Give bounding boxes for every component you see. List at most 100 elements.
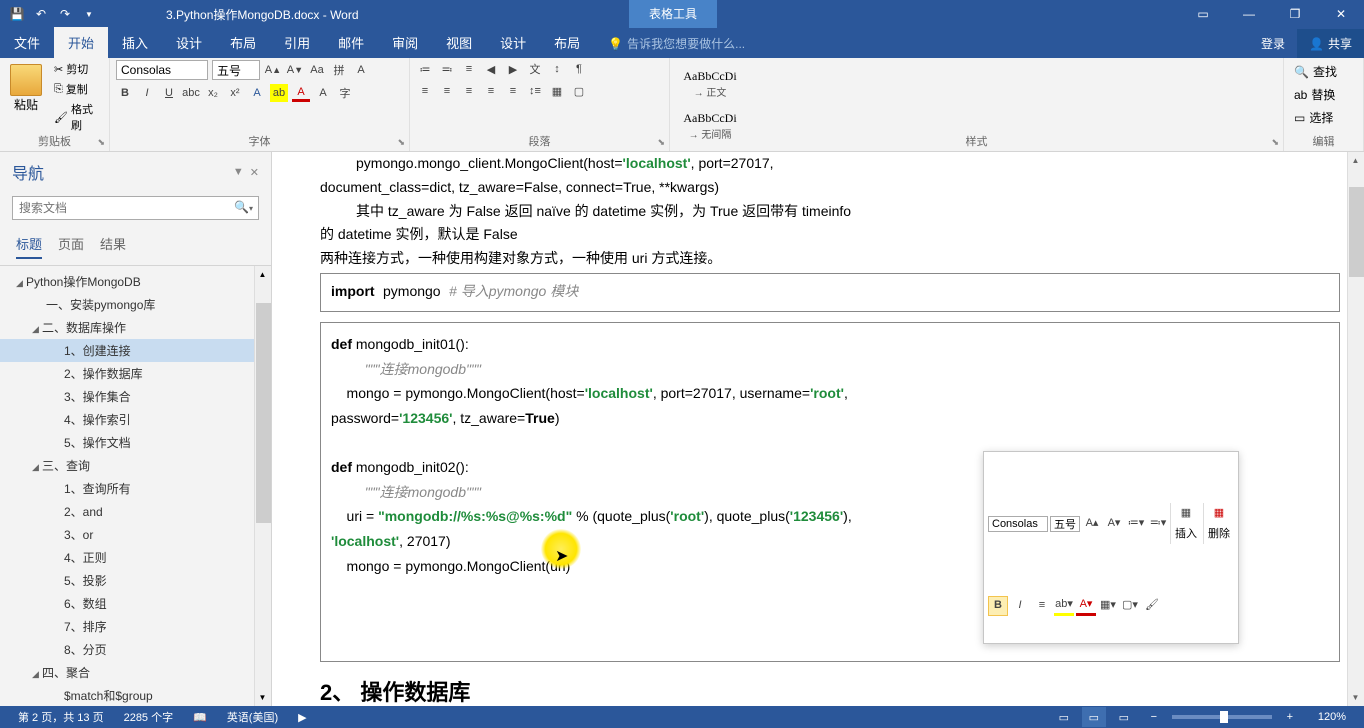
tab-review[interactable]: 审阅 [378, 27, 432, 58]
nav-item[interactable]: 5、投影 [0, 569, 271, 592]
italic-button[interactable]: I [138, 84, 156, 102]
font-color-button[interactable]: A [292, 84, 310, 102]
paste-button[interactable]: 粘贴 [6, 60, 46, 134]
nav-item[interactable]: 3、or [0, 523, 271, 546]
print-layout-icon[interactable]: ▭ [1082, 707, 1106, 727]
change-case-button[interactable]: Aa [308, 61, 326, 79]
zoom-slider[interactable] [1172, 715, 1272, 719]
nav-item[interactable]: $match和$group [0, 684, 271, 706]
clipboard-launcher[interactable]: ⬊ [97, 137, 105, 148]
borders-button[interactable]: ▢ [570, 82, 588, 100]
cut-button[interactable]: ✂剪切 [52, 60, 103, 78]
mt-size-input[interactable] [1050, 516, 1080, 532]
char-border-button[interactable]: A [352, 61, 370, 79]
zoom-in-button[interactable]: + [1278, 707, 1302, 727]
tab-home[interactable]: 开始 [54, 27, 108, 58]
font-name-input[interactable] [116, 60, 208, 80]
mt-highlight[interactable]: ab▾ [1054, 596, 1074, 616]
spellcheck-icon[interactable]: 📖 [183, 711, 217, 724]
subscript-button[interactable]: x₂ [204, 84, 222, 102]
nav-search-input[interactable] [12, 196, 259, 220]
tab-insert[interactable]: 插入 [108, 27, 162, 58]
font-launcher[interactable]: ⬊ [397, 137, 405, 148]
sort-button[interactable]: ↕ [548, 60, 566, 78]
nav-item[interactable]: ◢三、查询 [0, 454, 271, 477]
close-button[interactable]: ✕ [1318, 0, 1364, 28]
tab-view[interactable]: 视图 [432, 27, 486, 58]
tab-layout[interactable]: 布局 [216, 27, 270, 58]
doc-scroll-up[interactable]: ▲ [1348, 152, 1363, 169]
replace-button[interactable]: ab替换 [1290, 83, 1357, 106]
nav-item[interactable]: 1、查询所有 [0, 477, 271, 500]
navpane-close-icon[interactable]: ✕ [250, 166, 259, 179]
mt-insert-label[interactable]: 插入 [1175, 525, 1197, 544]
mt-italic[interactable]: I [1010, 596, 1030, 616]
restore-button[interactable]: ❐ [1272, 0, 1318, 28]
nav-item[interactable]: 6、数组 [0, 592, 271, 615]
nav-item[interactable]: 一、安装pymongo库 [0, 293, 271, 316]
superscript-button[interactable]: x² [226, 84, 244, 102]
mt-bold[interactable]: B [988, 596, 1008, 616]
ribbon-options-button[interactable]: ▭ [1180, 0, 1226, 28]
minimize-button[interactable]: — [1226, 0, 1272, 28]
doc-scrollbar[interactable]: ▲ ▼ [1347, 152, 1364, 706]
nav-item[interactable]: ◢四、聚合 [0, 661, 271, 684]
format-painter-button[interactable]: 🖌格式刷 [52, 100, 103, 134]
align-center-button[interactable]: ≡ [438, 82, 456, 100]
styles-launcher[interactable]: ⬊ [1271, 137, 1279, 148]
save-icon[interactable]: 💾 [8, 5, 26, 23]
multilevel-button[interactable]: ≡ [460, 60, 478, 78]
asian-layout-button[interactable]: 文 [526, 60, 544, 78]
zoom-level[interactable]: 120% [1308, 711, 1356, 723]
justify-button[interactable]: ≡ [482, 82, 500, 100]
tab-file[interactable]: 文件 [0, 27, 54, 58]
tab-table-layout[interactable]: 布局 [540, 27, 594, 58]
distribute-button[interactable]: ≡ [504, 82, 522, 100]
doc-scroll-thumb[interactable] [1349, 187, 1364, 277]
word-count[interactable]: 2285 个字 [114, 709, 184, 725]
highlight-button[interactable]: ab [270, 84, 288, 102]
tab-references[interactable]: 引用 [270, 27, 324, 58]
web-layout-icon[interactable]: ▭ [1112, 707, 1136, 727]
paragraph-launcher[interactable]: ⬊ [657, 137, 665, 148]
find-button[interactable]: 🔍查找 [1290, 60, 1357, 83]
read-mode-icon[interactable]: ▭ [1052, 707, 1076, 727]
font-size-input[interactable] [212, 60, 260, 80]
nav-item[interactable]: 1、创建连接 [0, 339, 271, 362]
show-marks-button[interactable]: ¶ [570, 60, 588, 78]
undo-icon[interactable]: ↶ [32, 5, 50, 23]
numbering-button[interactable]: ≕ [438, 60, 456, 78]
language-status[interactable]: 英语(美国) [217, 709, 288, 725]
shrink-font-button[interactable]: A▼ [286, 61, 304, 79]
increase-indent-button[interactable]: ▶ [504, 60, 522, 78]
nav-item[interactable]: 2、and [0, 500, 271, 523]
char-shading-button[interactable]: A [314, 84, 332, 102]
grow-font-button[interactable]: A▲ [264, 61, 282, 79]
shading-button[interactable]: ▦ [548, 82, 566, 100]
strikethrough-button[interactable]: abc [182, 84, 200, 102]
tab-table-design[interactable]: 设计 [486, 27, 540, 58]
macro-icon[interactable]: ▶ [288, 711, 316, 724]
mt-align[interactable]: ≡ [1032, 596, 1052, 616]
nav-item[interactable]: 5、操作文档 [0, 431, 271, 454]
mt-font-input[interactable] [988, 516, 1048, 532]
mt-grow-font[interactable]: A▴ [1082, 514, 1102, 534]
align-left-button[interactable]: ≡ [416, 82, 434, 100]
nav-item[interactable]: ◢Python操作MongoDB [0, 270, 271, 293]
scroll-up-icon[interactable]: ▲ [255, 266, 270, 283]
mt-shading[interactable]: ▦▾ [1098, 596, 1118, 616]
nav-item[interactable]: 3、操作集合 [0, 385, 271, 408]
decrease-indent-button[interactable]: ◀ [482, 60, 500, 78]
mt-bullets[interactable]: ≔▾ [1126, 514, 1146, 534]
tellme-search[interactable]: 💡告诉我您想要做什么... [594, 29, 759, 58]
scroll-down-icon[interactable]: ▼ [255, 689, 270, 706]
share-button[interactable]: 👤共享 [1297, 29, 1364, 58]
nav-scrollbar[interactable]: ▲ ▼ [254, 266, 271, 706]
mt-delete-label[interactable]: 删除 [1208, 525, 1230, 544]
enclose-char-button[interactable]: 字 [336, 84, 354, 102]
nav-tab-headings[interactable]: 标题 [16, 234, 42, 259]
nav-item[interactable]: 8、分页 [0, 638, 271, 661]
zoom-handle[interactable] [1220, 711, 1228, 723]
bullets-button[interactable]: ≔ [416, 60, 434, 78]
bold-button[interactable]: B [116, 84, 134, 102]
